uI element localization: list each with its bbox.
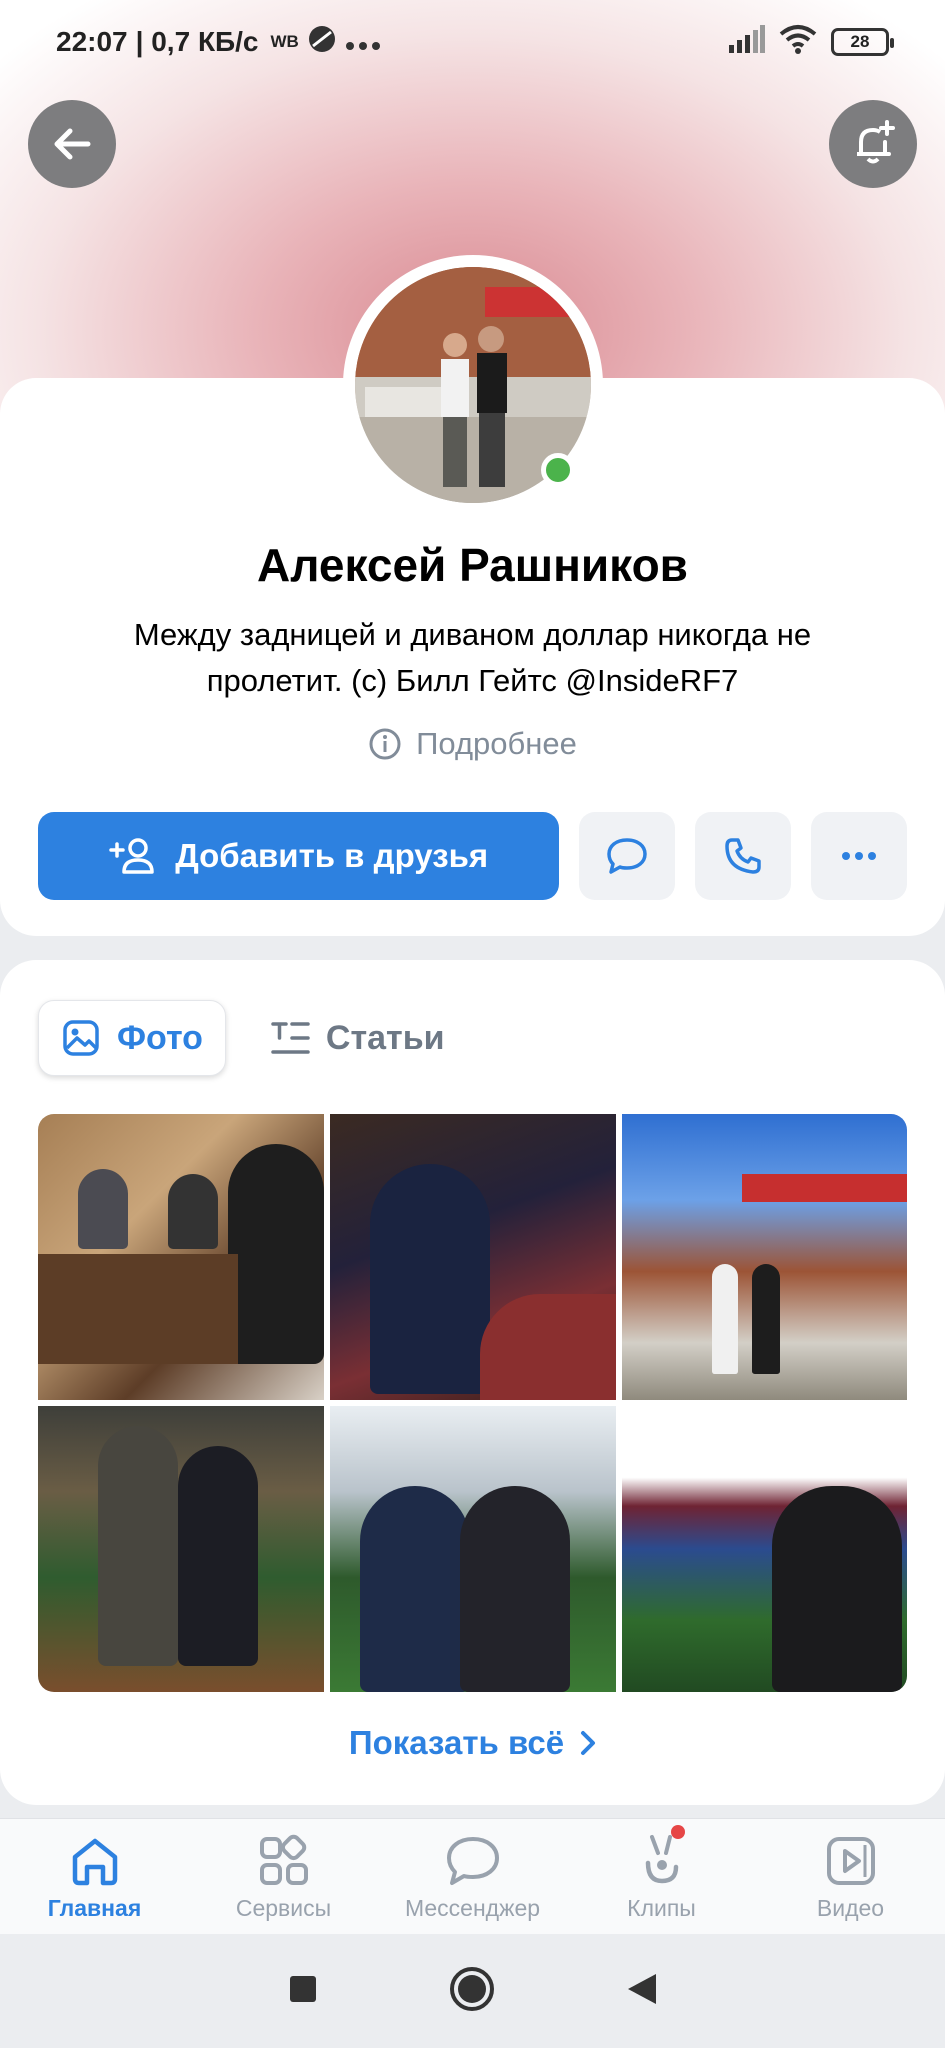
profile-actions: Добавить в друзья [38,812,907,900]
tab-photos[interactable]: Фото [38,1000,226,1076]
video-icon [826,1837,875,1885]
tabbar-item-video[interactable]: Видео [756,1819,945,1934]
subscribe-notifications-button[interactable] [829,100,917,188]
bell-plus-icon [857,120,895,164]
profile-status-line-1: Между задницей и диваном доллар никогда … [133,617,812,652]
message-button[interactable] [579,812,676,900]
triangle-back-icon [627,1973,656,2004]
tabbar-label: Главная [47,1895,142,1921]
add-user-icon [109,838,154,874]
app-notification-icon [307,24,337,61]
photo-thumbnail[interactable] [38,1406,324,1692]
battery-indicator: 28 [831,28,894,56]
home-system-button[interactable] [448,1965,496,2018]
tab-photos-label: Фото [117,1018,203,1057]
home-icon [72,1838,117,1886]
tab-articles[interactable]: Статьи [248,1000,467,1076]
signal-icon [729,24,765,60]
profile-status-line-2: пролетит. (с) Билл Гейтс @InsideRF7 [206,663,739,698]
bottom-tab-bar: Главная Сервисы Мессенджер Клипы Видео [0,1818,945,1934]
recent-apps-button[interactable] [288,1974,318,2009]
photo-icon [63,1020,99,1056]
photo-thumbnail[interactable] [622,1406,907,1692]
profile-status: Между задницей и диваном доллар никогда … [70,612,875,704]
messenger-icon [446,1837,499,1885]
clips-icon [645,1835,678,1884]
articles-icon [271,1022,310,1054]
phone-icon [725,838,761,874]
show-all-photos-link[interactable]: Показать всё [0,1724,945,1762]
online-status-indicator [541,453,575,487]
chevron-right-icon [581,1731,596,1755]
tabbar-item-services[interactable]: Сервисы [189,1819,378,1934]
media-tabs: Фото Статьи [38,1000,467,1076]
wifi-icon [779,24,817,61]
photo-thumbnail[interactable] [622,1114,907,1400]
call-button[interactable] [695,812,792,900]
photo-thumbnail[interactable] [38,1114,324,1400]
network-speed: | 0,7 КБ/с [135,26,259,57]
chat-bubble-icon [607,838,648,874]
photo-grid [38,1114,907,1692]
add-friend-button[interactable]: Добавить в друзья [38,812,560,900]
tabbar-item-home[interactable]: Главная [0,1819,189,1934]
carrier-label: WB [270,32,299,51]
tabbar-item-clips[interactable]: Клипы [567,1819,756,1934]
show-all-label: Показать всё [348,1724,565,1761]
status-bar: 22:07 | 0,7 КБ/с WB 28 [0,0,945,84]
tabbar-label: Сервисы [235,1895,332,1921]
more-info-label: Подробнее [416,726,577,761]
back-button[interactable] [28,100,116,188]
more-dots-icon [842,852,877,860]
tab-articles-label: Статьи [325,1018,445,1057]
tabbar-item-messenger[interactable]: Мессенджер [378,1819,567,1934]
profile-name: Алексей Рашников [257,539,688,591]
tabbar-label: Видео [816,1895,885,1921]
more-notifications-icon [345,26,381,58]
square-icon [289,1975,316,2002]
photo-thumbnail[interactable] [330,1114,616,1400]
photo-thumbnail[interactable] [330,1406,616,1692]
more-actions-button[interactable] [811,812,907,900]
arrow-left-icon [54,128,91,160]
system-back-button[interactable] [626,1972,658,2011]
clips-notification-badge [671,1825,685,1839]
tabbar-label: Клипы [627,1895,696,1921]
more-info-link[interactable]: Подробнее [0,726,945,762]
tabbar-label: Мессенджер [404,1895,541,1921]
circle-icon [449,1966,494,2011]
services-icon [259,1834,308,1885]
system-navigation-bar [0,1934,945,2048]
add-friend-label: Добавить в друзья [175,837,489,874]
clock: 22:07 [56,26,128,57]
info-icon [369,728,401,760]
